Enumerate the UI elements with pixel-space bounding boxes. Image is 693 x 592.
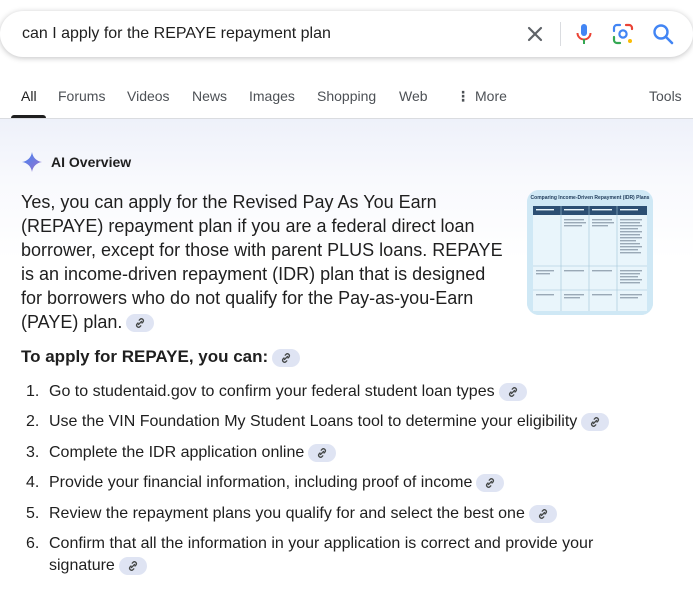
source-link-chip[interactable] xyxy=(118,556,147,575)
link-icon xyxy=(136,318,145,329)
source-link-chip[interactable] xyxy=(476,473,505,492)
search-bar[interactable]: can I apply for the REPAYE repayment pla… xyxy=(0,11,693,57)
idr-plans-table-image: Comparing Income-Driven Repayment (IDR) … xyxy=(527,190,653,315)
source-link-chip[interactable] xyxy=(498,382,527,401)
tab-images[interactable]: Images xyxy=(249,88,295,104)
microphone-icon[interactable] xyxy=(572,22,596,46)
source-link-chip[interactable] xyxy=(581,412,610,431)
step-text: Provide your financial information, incl… xyxy=(49,474,473,491)
tab-all[interactable]: All xyxy=(21,88,37,104)
link-icon xyxy=(486,477,495,488)
thumbnail-title: Comparing Income-Driven Repayment (IDR) … xyxy=(531,195,650,201)
source-link-chip[interactable] xyxy=(272,348,301,367)
ai-overview-panel: AI Overview Yes, you can apply for the R… xyxy=(0,119,693,592)
ai-overview-summary: Yes, you can apply for the Revised Pay A… xyxy=(21,190,511,334)
tab-more[interactable]: ⋮ More xyxy=(456,88,507,105)
step-number: 6. xyxy=(26,535,40,552)
tab-tools[interactable]: Tools xyxy=(649,88,682,104)
step-text-wrap: Use the VIN Foundation My Student Loans … xyxy=(49,411,649,433)
summary-text: Yes, you can apply for the Revised Pay A… xyxy=(21,192,503,332)
step-number: 5. xyxy=(26,505,40,522)
step-text-wrap: Confirm that all the information in your… xyxy=(49,533,649,577)
tab-more-label: More xyxy=(475,88,507,104)
search-icon[interactable] xyxy=(651,22,675,46)
tab-forums[interactable]: Forums xyxy=(58,88,105,104)
steps-heading: To apply for REPAYE, you can: xyxy=(21,347,301,367)
link-icon xyxy=(508,386,517,397)
source-link-chip[interactable] xyxy=(308,443,337,462)
step-number: 4. xyxy=(26,474,40,491)
search-divider xyxy=(560,22,561,46)
step-number: 3. xyxy=(26,444,40,461)
tab-web[interactable]: Web xyxy=(399,88,428,104)
step-text-wrap: Review the repayment plans you qualify f… xyxy=(49,503,649,525)
step-text-wrap: Provide your financial information, incl… xyxy=(49,472,649,494)
steps-heading-text: To apply for REPAYE, you can: xyxy=(21,347,269,366)
source-link-chip[interactable] xyxy=(528,504,557,523)
step-text: Review the repayment plans you qualify f… xyxy=(49,505,525,522)
step-text-wrap: Go to studentaid.gov to confirm your fed… xyxy=(49,381,649,403)
search-tabs: All Forums Videos News Images Shopping W… xyxy=(0,80,693,119)
step-number: 1. xyxy=(26,383,40,400)
source-thumbnail[interactable]: Comparing Income-Driven Repayment (IDR) … xyxy=(527,190,653,315)
link-icon xyxy=(282,352,291,363)
link-icon xyxy=(538,508,547,519)
gemini-sparkle-icon xyxy=(22,152,42,172)
source-link-chip[interactable] xyxy=(126,314,155,333)
step-text-wrap: Complete the IDR application online xyxy=(49,442,649,464)
step-text: Go to studentaid.gov to confirm your fed… xyxy=(49,383,495,400)
tab-news[interactable]: News xyxy=(192,88,227,104)
search-input[interactable]: can I apply for the REPAYE repayment pla… xyxy=(22,25,331,43)
more-vertical-icon: ⋮ xyxy=(456,88,470,104)
link-icon xyxy=(318,447,327,458)
step-text: Complete the IDR application online xyxy=(49,444,305,461)
link-icon xyxy=(591,416,600,427)
tab-videos[interactable]: Videos xyxy=(127,88,170,104)
step-number: 2. xyxy=(26,413,40,430)
tab-shopping[interactable]: Shopping xyxy=(317,88,376,104)
ai-overview-label: AI Overview xyxy=(51,154,132,170)
link-icon xyxy=(128,560,137,571)
clear-icon[interactable] xyxy=(523,22,547,46)
google-lens-icon[interactable] xyxy=(611,22,635,46)
step-text: Use the VIN Foundation My Student Loans … xyxy=(49,413,578,430)
